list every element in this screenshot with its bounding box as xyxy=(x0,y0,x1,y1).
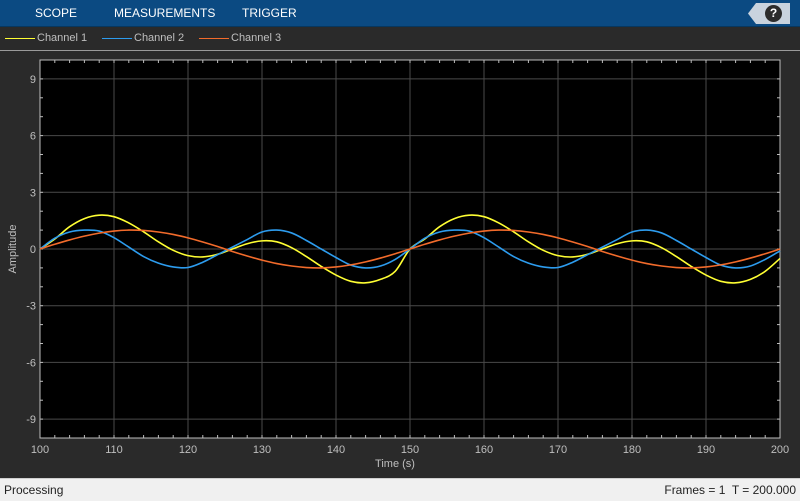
tab-scope[interactable]: SCOPE xyxy=(35,0,77,26)
x-tick-label: 100 xyxy=(31,444,49,456)
legend-swatch-channel-2 xyxy=(102,38,132,39)
x-tick-label: 140 xyxy=(327,444,345,456)
legend: Channel 1 Channel 2 Channel 3 xyxy=(0,27,800,51)
x-tick-label: 130 xyxy=(253,444,271,456)
frame-time-readout: Frames = 1 T = 200.000 xyxy=(664,483,796,497)
scope-plot[interactable]: 100 110 120 130 140 150 160 170 180 190 200 9 6 3 0 -3 -… xyxy=(0,50,800,478)
x-tick-label: 200 xyxy=(771,444,789,456)
toolstrip: SCOPE MEASUREMENTS TRIGGER ? xyxy=(0,0,800,27)
legend-swatch-channel-3 xyxy=(199,38,229,39)
x-axis-label: Time (s) xyxy=(375,458,415,470)
status-bar: Processing Frames = 1 T = 200.000 xyxy=(0,478,800,501)
x-tick-label: 180 xyxy=(623,444,641,456)
legend-label: Channel 1 xyxy=(37,32,88,44)
status-text: Processing xyxy=(4,483,64,497)
x-tick-label: 150 xyxy=(401,444,419,456)
y-tick-label: 9 xyxy=(30,74,36,86)
legend-label: Channel 2 xyxy=(134,32,185,44)
x-tick-label: 160 xyxy=(475,444,493,456)
tab-measurements[interactable]: MEASUREMENTS xyxy=(114,0,215,26)
y-tick-label: 3 xyxy=(30,187,36,199)
y-tick-label: 6 xyxy=(30,131,36,143)
x-tick-label: 120 xyxy=(179,444,197,456)
x-tick-label: 170 xyxy=(549,444,567,456)
x-tick-label: 190 xyxy=(697,444,715,456)
legend-label: Channel 3 xyxy=(231,32,282,44)
help-icon[interactable]: ? xyxy=(765,5,782,22)
y-tick-label: -6 xyxy=(26,357,36,369)
y-tick-label: -3 xyxy=(26,301,36,313)
y-axis-label: Amplitude xyxy=(7,225,19,274)
x-tick-label: 110 xyxy=(105,444,123,456)
help-button[interactable]: ? xyxy=(748,3,790,24)
legend-swatch-channel-1 xyxy=(5,38,35,39)
y-tick-label: -9 xyxy=(26,414,36,426)
tab-trigger[interactable]: TRIGGER xyxy=(242,0,297,26)
y-tick-label: 0 xyxy=(30,244,36,256)
